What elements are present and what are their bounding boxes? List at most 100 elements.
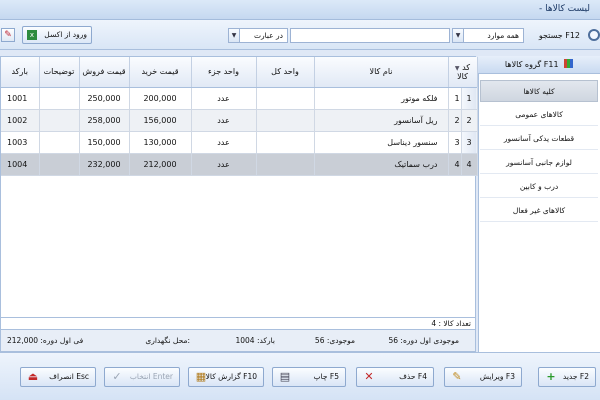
cell-barcode[interactable]: 1002 bbox=[1, 109, 40, 132]
cell-notes[interactable] bbox=[39, 131, 80, 154]
col-notes[interactable]: توضیحات bbox=[39, 57, 80, 88]
col-buy-price[interactable]: قیمت خرید bbox=[129, 57, 192, 88]
new-button[interactable]: + جدید F2 bbox=[538, 367, 596, 387]
col-code-label: کد کالا bbox=[457, 62, 471, 81]
action-bar: + جدید F2 ✎ ویرایش F3 ✕ حذف F4 ▤ چاپ F5 … bbox=[0, 352, 600, 400]
cell-row-number[interactable]: 2 bbox=[461, 109, 478, 132]
printer-icon: ▤ bbox=[279, 370, 291, 383]
cell-code[interactable]: 4 bbox=[448, 153, 462, 176]
cell-row-number[interactable]: 4 bbox=[461, 153, 478, 176]
cell-name[interactable]: فلکه موتور bbox=[314, 87, 449, 110]
import-excel-button[interactable]: x ورود از اکسل bbox=[22, 26, 92, 44]
item-count: تعداد کالا : 4 bbox=[431, 319, 471, 328]
table-row[interactable]: 1001 250,000 200,000 عدد فلکه موتور 1 1 bbox=[1, 87, 478, 110]
toolbar: جستجو F12 ▼ همه موارد ▼ در عبارت x ورود … bbox=[0, 20, 600, 50]
cell-code[interactable]: 2 bbox=[448, 109, 462, 132]
exit-icon: ⏏ bbox=[27, 370, 39, 383]
info-panel: موجودی اول دوره: 56 موجودی: 56 بارکد: 10… bbox=[0, 330, 476, 352]
cell-barcode[interactable]: 1004 bbox=[1, 153, 40, 176]
delete-button[interactable]: ✕ حذف F4 bbox=[356, 367, 434, 387]
category-item[interactable]: قطعات یدکی آسانسور bbox=[480, 128, 598, 150]
cell-unit-total[interactable] bbox=[256, 87, 315, 110]
chevron-down-icon[interactable]: ▼ bbox=[229, 29, 240, 42]
cell-sell-price[interactable]: 232,000 bbox=[79, 153, 130, 176]
category-header-label: گروه کالاها F11 bbox=[504, 60, 559, 69]
info-stock: موجودی: 56 bbox=[314, 336, 355, 345]
cell-sell-price[interactable]: 250,000 bbox=[79, 87, 130, 110]
cell-sell-price[interactable]: 150,000 bbox=[79, 131, 130, 154]
cell-unit-total[interactable] bbox=[256, 131, 315, 154]
table-row[interactable]: 1004232,000212,000عدددرب سماتیک44◂ bbox=[1, 153, 478, 176]
plus-icon: + bbox=[546, 370, 556, 383]
cell-name[interactable]: ریل آسانسور bbox=[314, 109, 449, 132]
cell-unit-total[interactable] bbox=[256, 153, 315, 176]
edit-button[interactable]: ✎ ویرایش F3 bbox=[444, 367, 522, 387]
col-code[interactable]: ▼ کد کالا bbox=[448, 57, 478, 88]
items-grid: بارکد توضیحات قیمت فروش قیمت خرید واحد ج… bbox=[0, 56, 478, 318]
cell-unit-total[interactable] bbox=[256, 109, 315, 132]
pencil-icon: ✎ bbox=[452, 370, 462, 383]
print-button[interactable]: ▤ چاپ F5 bbox=[272, 367, 346, 387]
col-unit-part[interactable]: واحد جزء bbox=[191, 57, 257, 88]
new-label: جدید F2 bbox=[562, 372, 589, 381]
cell-unit-part[interactable]: عدد bbox=[191, 87, 257, 110]
search-label: جستجو F12 bbox=[538, 31, 580, 40]
cell-barcode[interactable]: 1001 bbox=[1, 87, 40, 110]
info-barcode: بارکد: 1004 bbox=[235, 336, 275, 345]
cell-code[interactable]: 3 bbox=[448, 131, 462, 154]
edit-label: ویرایش F3 bbox=[479, 372, 515, 381]
category-item[interactable]: لوازم جانبی آسانسور bbox=[480, 152, 598, 174]
select-button[interactable]: ✓ انتخاب Enter bbox=[104, 367, 180, 387]
col-unit-total[interactable]: واحد کل bbox=[256, 57, 315, 88]
cell-notes[interactable] bbox=[39, 153, 80, 176]
category-item[interactable]: کالاهای عمومی bbox=[480, 104, 598, 126]
info-stock-initial: موجودی اول دوره: 56 bbox=[388, 336, 459, 345]
table-row[interactable]: 1002 258,000 156,000 عدد ریل آسانسور 2 2 bbox=[1, 109, 478, 132]
category-item[interactable]: درب و کابین bbox=[480, 176, 598, 198]
report-icon: ▦ bbox=[195, 370, 207, 383]
category-item[interactable]: کالاهای غیر فعال bbox=[480, 200, 598, 222]
excel-icon: x bbox=[27, 30, 37, 40]
title-bar: - لیست کالاها bbox=[0, 0, 600, 20]
cell-buy-price[interactable]: 156,000 bbox=[129, 109, 192, 132]
col-barcode[interactable]: بارکد bbox=[1, 57, 40, 88]
cell-unit-part[interactable]: عدد bbox=[191, 109, 257, 132]
search-scope-select[interactable]: ▼ همه موارد bbox=[452, 28, 524, 43]
cell-name[interactable]: درب سماتیک bbox=[314, 153, 449, 176]
cell-buy-price[interactable]: 130,000 bbox=[129, 131, 192, 154]
check-icon: ✓ bbox=[112, 370, 122, 383]
category-header[interactable]: گروه کالاها F11 bbox=[478, 56, 600, 74]
search-scope-value: همه موارد bbox=[487, 31, 519, 40]
search-mode-select[interactable]: ▼ در عبارت bbox=[228, 28, 288, 43]
cell-notes[interactable] bbox=[39, 109, 80, 132]
search-input[interactable] bbox=[290, 28, 450, 43]
report-label: گزارش کالا F10 bbox=[205, 372, 257, 381]
cell-unit-part[interactable]: عدد bbox=[191, 153, 257, 176]
cancel-button[interactable]: ⏏ انصراف Esc bbox=[20, 367, 96, 387]
delete-label: حذف F4 bbox=[399, 372, 427, 381]
delete-x-icon: ✕ bbox=[364, 370, 374, 383]
cell-row-number[interactable]: 3 bbox=[461, 131, 478, 154]
tools-icon[interactable]: ✎ bbox=[1, 28, 15, 42]
print-label: چاپ F5 bbox=[313, 372, 339, 381]
table-row[interactable]: 1003 150,000 130,000 عدد سنسور دیناسل 3 3 bbox=[1, 131, 478, 154]
category-item[interactable]: کلیه کالاها bbox=[480, 80, 598, 102]
col-sell-price[interactable]: قیمت فروش bbox=[79, 57, 130, 88]
chevron-down-icon[interactable]: ▼ bbox=[453, 29, 464, 42]
cell-buy-price[interactable]: 212,000 bbox=[129, 153, 192, 176]
items-table: بارکد توضیحات قیمت فروش قیمت خرید واحد ج… bbox=[1, 57, 478, 176]
col-name[interactable]: نام کالا bbox=[314, 57, 449, 88]
search-icon[interactable] bbox=[588, 29, 600, 41]
cell-unit-part[interactable]: عدد bbox=[191, 131, 257, 154]
cell-buy-price[interactable]: 200,000 bbox=[129, 87, 192, 110]
cell-notes[interactable] bbox=[39, 87, 80, 110]
report-button[interactable]: ▦ گزارش کالا F10 bbox=[188, 367, 264, 387]
cell-barcode[interactable]: 1003 bbox=[1, 131, 40, 154]
cell-name[interactable]: سنسور دیناسل bbox=[314, 131, 449, 154]
info-price-initial: فی اول دوره: 212,000 bbox=[7, 336, 84, 345]
cell-code[interactable]: 1 bbox=[448, 87, 462, 110]
cell-row-number[interactable]: 1 bbox=[461, 87, 478, 110]
select-label: انتخاب Enter bbox=[129, 372, 173, 381]
cancel-label: انصراف Esc bbox=[49, 372, 89, 381]
cell-sell-price[interactable]: 258,000 bbox=[79, 109, 130, 132]
